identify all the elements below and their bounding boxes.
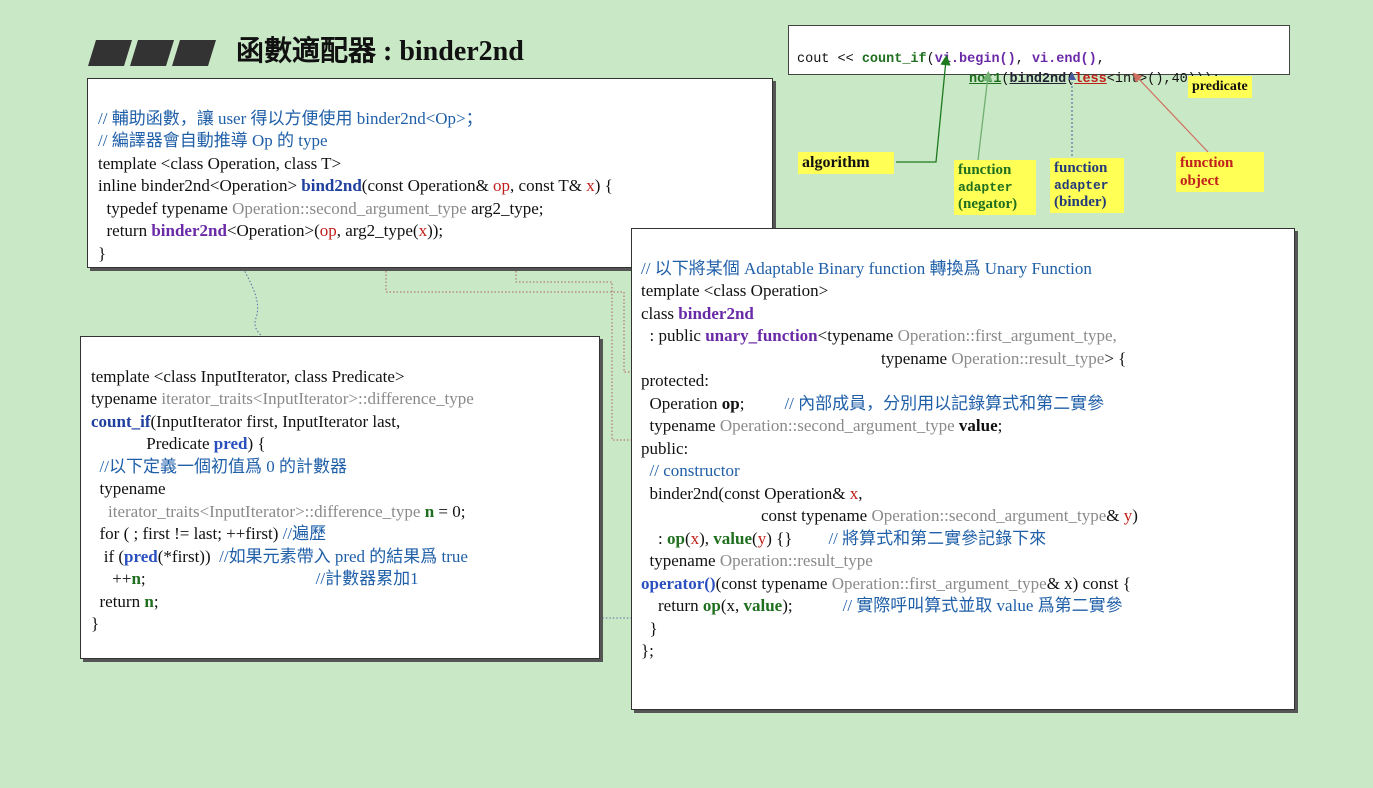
code-line: typename Operation::result_type> { [881,348,1127,368]
code-line: class binder2nd [641,303,754,323]
code-line: Operation op;// 內部成員，分別用以記錄算式和第二實參 [641,393,1105,413]
code-line: template <class Operation, class T> [98,153,342,173]
code-line: return binder2nd<Operation>(op, arg2_typ… [98,221,444,240]
code-line: iterator_traits<InputIterator>::differen… [108,501,466,521]
code-line: inline binder2nd<Operation> bind2nd(cons… [98,176,613,195]
code-line: typedef typename Operation::second_argum… [98,198,544,218]
code-line: return op(x, value);// 實際呼叫算式並取 value 爲第… [641,596,1123,615]
code-line: typename Operation::second_argument_type… [641,416,1003,435]
code-line: ++n;//計數器累加1 [91,569,419,588]
binder2nd-class-box: // 以下將某個 Adaptable Binary function 轉換爲 U… [631,228,1295,710]
arrow-negator [977,70,993,161]
code-line: for ( ; first != last; ++first) //遍歷 [91,524,327,543]
code-line: }; [641,641,654,660]
code-line: return n; [91,591,159,611]
count-if-box: template <class InputIterator, class Pre… [80,336,600,659]
comment-line: // constructor [641,461,740,480]
code-line: } [641,618,658,638]
code-line: template <class InputIterator, class Pre… [91,366,405,386]
code-line: : public unary_function<typename Operati… [641,326,1117,345]
code-line: const typename Operation::second_argumen… [761,506,1138,525]
code-line: public: [641,438,689,458]
comment-line: // 以下將某個 Adaptable Binary function 轉換爲 U… [641,258,1092,278]
link-curl [239,261,267,347]
code-line: Predicate pred) { [91,434,266,453]
comment-line: // 編譯器會自動推導 Op 的 type [98,131,328,150]
code-line: protected: [641,371,709,390]
code-line: typename iterator_traits<InputIterator>:… [91,389,474,408]
code-line: : op(x), value(y) {}// 將算式和第二實參記錄下來 [641,528,1047,548]
code-line: } [98,243,107,263]
comment-line: // 輔助函數，讓 user 得以方便使用 binder2nd<Op>； [98,108,483,128]
code-line: count_if(InputIterator first, InputItera… [91,411,401,431]
code-line: if (pred(*first)) //如果元素帶入 pred 的結果爲 tru… [91,546,468,566]
arrow-algorithm [896,54,951,163]
code-line: binder2nd(const Operation& x, [641,483,863,503]
code-line: operator()(const typename Operation::fir… [641,573,1131,593]
code-line: typename [91,479,166,498]
code-line: } [91,614,100,633]
comment-line: //以下定義一個初值爲 0 的計數器 [91,456,347,476]
code-line: typename Operation::result_type [641,551,873,570]
arrow-function-object [1132,72,1209,153]
code-line: template <class Operation> [641,281,829,300]
